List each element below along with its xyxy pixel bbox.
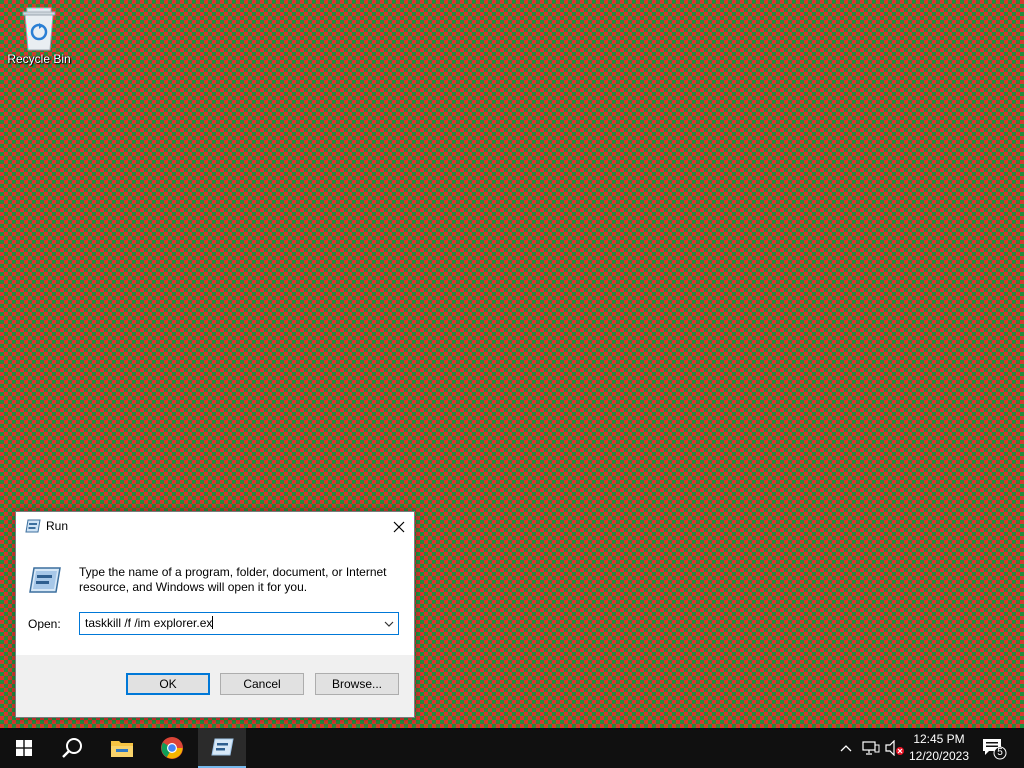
clock-time: 12:45 PM <box>913 732 965 746</box>
notification-count: 5 <box>997 747 1003 758</box>
run-program-icon <box>29 567 61 593</box>
taskbar-file-explorer[interactable] <box>98 728 146 768</box>
action-center-button[interactable]: 5 <box>978 728 1010 768</box>
windows-logo-icon <box>16 740 32 756</box>
run-icon <box>25 519 41 533</box>
run-dialog: Run Type the name of a program, folder, … <box>15 511 415 718</box>
close-button[interactable] <box>384 512 414 541</box>
close-icon <box>393 521 405 532</box>
combobox-dropdown-button[interactable] <box>380 613 398 634</box>
taskbar-clock[interactable]: 12:45 PM 12/20/2023 <box>906 731 972 765</box>
taskbar: 12:45 PM 12/20/2023 5 <box>0 728 1024 768</box>
taskbar-run[interactable] <box>198 728 246 768</box>
recycle-bin-icon <box>22 7 56 51</box>
dialog-description: Type the name of a program, folder, docu… <box>79 565 387 594</box>
command-input[interactable]: taskkill /f /im explorer.ex <box>85 616 214 630</box>
browse-button[interactable]: Browse... <box>315 673 399 695</box>
run-icon <box>211 738 234 756</box>
open-combobox[interactable]: taskkill /f /im explorer.ex <box>79 612 399 635</box>
open-label: Open: <box>28 617 61 631</box>
desktop-icon-label: Recycle Bin <box>7 52 71 66</box>
chrome-icon <box>161 737 183 759</box>
chevron-up-icon <box>840 745 852 752</box>
search-button[interactable] <box>48 728 96 768</box>
clock-date: 12/20/2023 <box>908 749 970 763</box>
show-hidden-icons-button[interactable] <box>836 728 856 768</box>
search-icon <box>62 738 82 758</box>
volume-tray-button[interactable] <box>884 728 906 768</box>
taskbar-chrome[interactable] <box>148 728 196 768</box>
desktop-icon-recycle-bin[interactable]: Recycle Bin <box>4 6 74 76</box>
text-caret <box>212 616 214 629</box>
volume-muted-icon <box>885 740 904 756</box>
network-tray-button[interactable] <box>860 728 882 768</box>
start-button[interactable] <box>0 728 48 768</box>
chevron-down-icon <box>384 621 394 627</box>
dialog-titlebar[interactable]: Run <box>16 512 414 542</box>
folder-icon <box>111 741 133 757</box>
cancel-button[interactable]: Cancel <box>220 673 304 695</box>
dialog-footer: OK Cancel Browse... <box>16 655 414 717</box>
dialog-title: Run <box>46 519 69 533</box>
dialog-body: Type the name of a program, folder, docu… <box>16 542 414 655</box>
network-icon <box>862 741 880 755</box>
ok-button[interactable]: OK <box>126 673 210 695</box>
